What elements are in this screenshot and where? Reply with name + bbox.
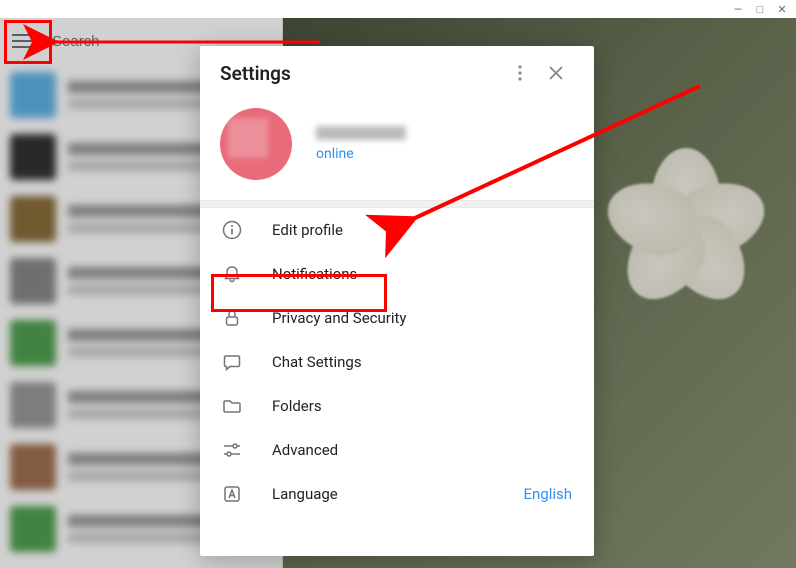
sliders-icon bbox=[222, 440, 242, 460]
chat-icon bbox=[222, 352, 242, 372]
settings-header: Settings bbox=[200, 46, 594, 100]
menu-label: Edit profile bbox=[272, 221, 572, 239]
menu-item-chat-settings[interactable]: Chat Settings bbox=[200, 340, 594, 384]
kebab-icon bbox=[518, 65, 522, 81]
menu-item-privacy[interactable]: Privacy and Security bbox=[200, 296, 594, 340]
menu-item-edit-profile[interactable]: Edit profile bbox=[200, 208, 594, 252]
menu-label: Privacy and Security bbox=[272, 309, 572, 327]
close-icon bbox=[549, 66, 563, 80]
settings-panel: Settings online Edit profile Notificatio… bbox=[200, 46, 594, 556]
info-icon bbox=[222, 220, 242, 240]
profile-name bbox=[316, 126, 406, 140]
menu-label: Advanced bbox=[272, 441, 572, 459]
profile-section[interactable]: online bbox=[200, 100, 594, 200]
menu-label: Notifications bbox=[272, 265, 572, 283]
menu-item-notifications[interactable]: Notifications bbox=[200, 252, 594, 296]
settings-title: Settings bbox=[220, 62, 502, 85]
maximize-button[interactable]: □ bbox=[754, 3, 766, 15]
menu-label: Chat Settings bbox=[272, 353, 572, 371]
close-window-button[interactable]: ✕ bbox=[776, 3, 788, 15]
minimize-button[interactable]: — bbox=[732, 3, 744, 15]
lock-icon bbox=[222, 308, 242, 328]
more-options-button[interactable] bbox=[502, 55, 538, 91]
menu-item-folders[interactable]: Folders bbox=[200, 384, 594, 428]
profile-avatar bbox=[220, 108, 292, 180]
close-button[interactable] bbox=[538, 55, 574, 91]
menu-label: Language bbox=[272, 485, 493, 503]
folder-icon bbox=[222, 396, 242, 416]
menu-label: Folders bbox=[272, 397, 572, 415]
language-icon bbox=[222, 484, 242, 504]
window-titlebar: — □ ✕ bbox=[0, 0, 796, 18]
menu-value: English bbox=[523, 485, 572, 503]
profile-status: online bbox=[316, 146, 406, 162]
bell-icon bbox=[222, 264, 242, 284]
menu-item-advanced[interactable]: Advanced bbox=[200, 428, 594, 472]
menu-item-language[interactable]: Language English bbox=[200, 472, 594, 516]
section-divider bbox=[200, 200, 594, 208]
